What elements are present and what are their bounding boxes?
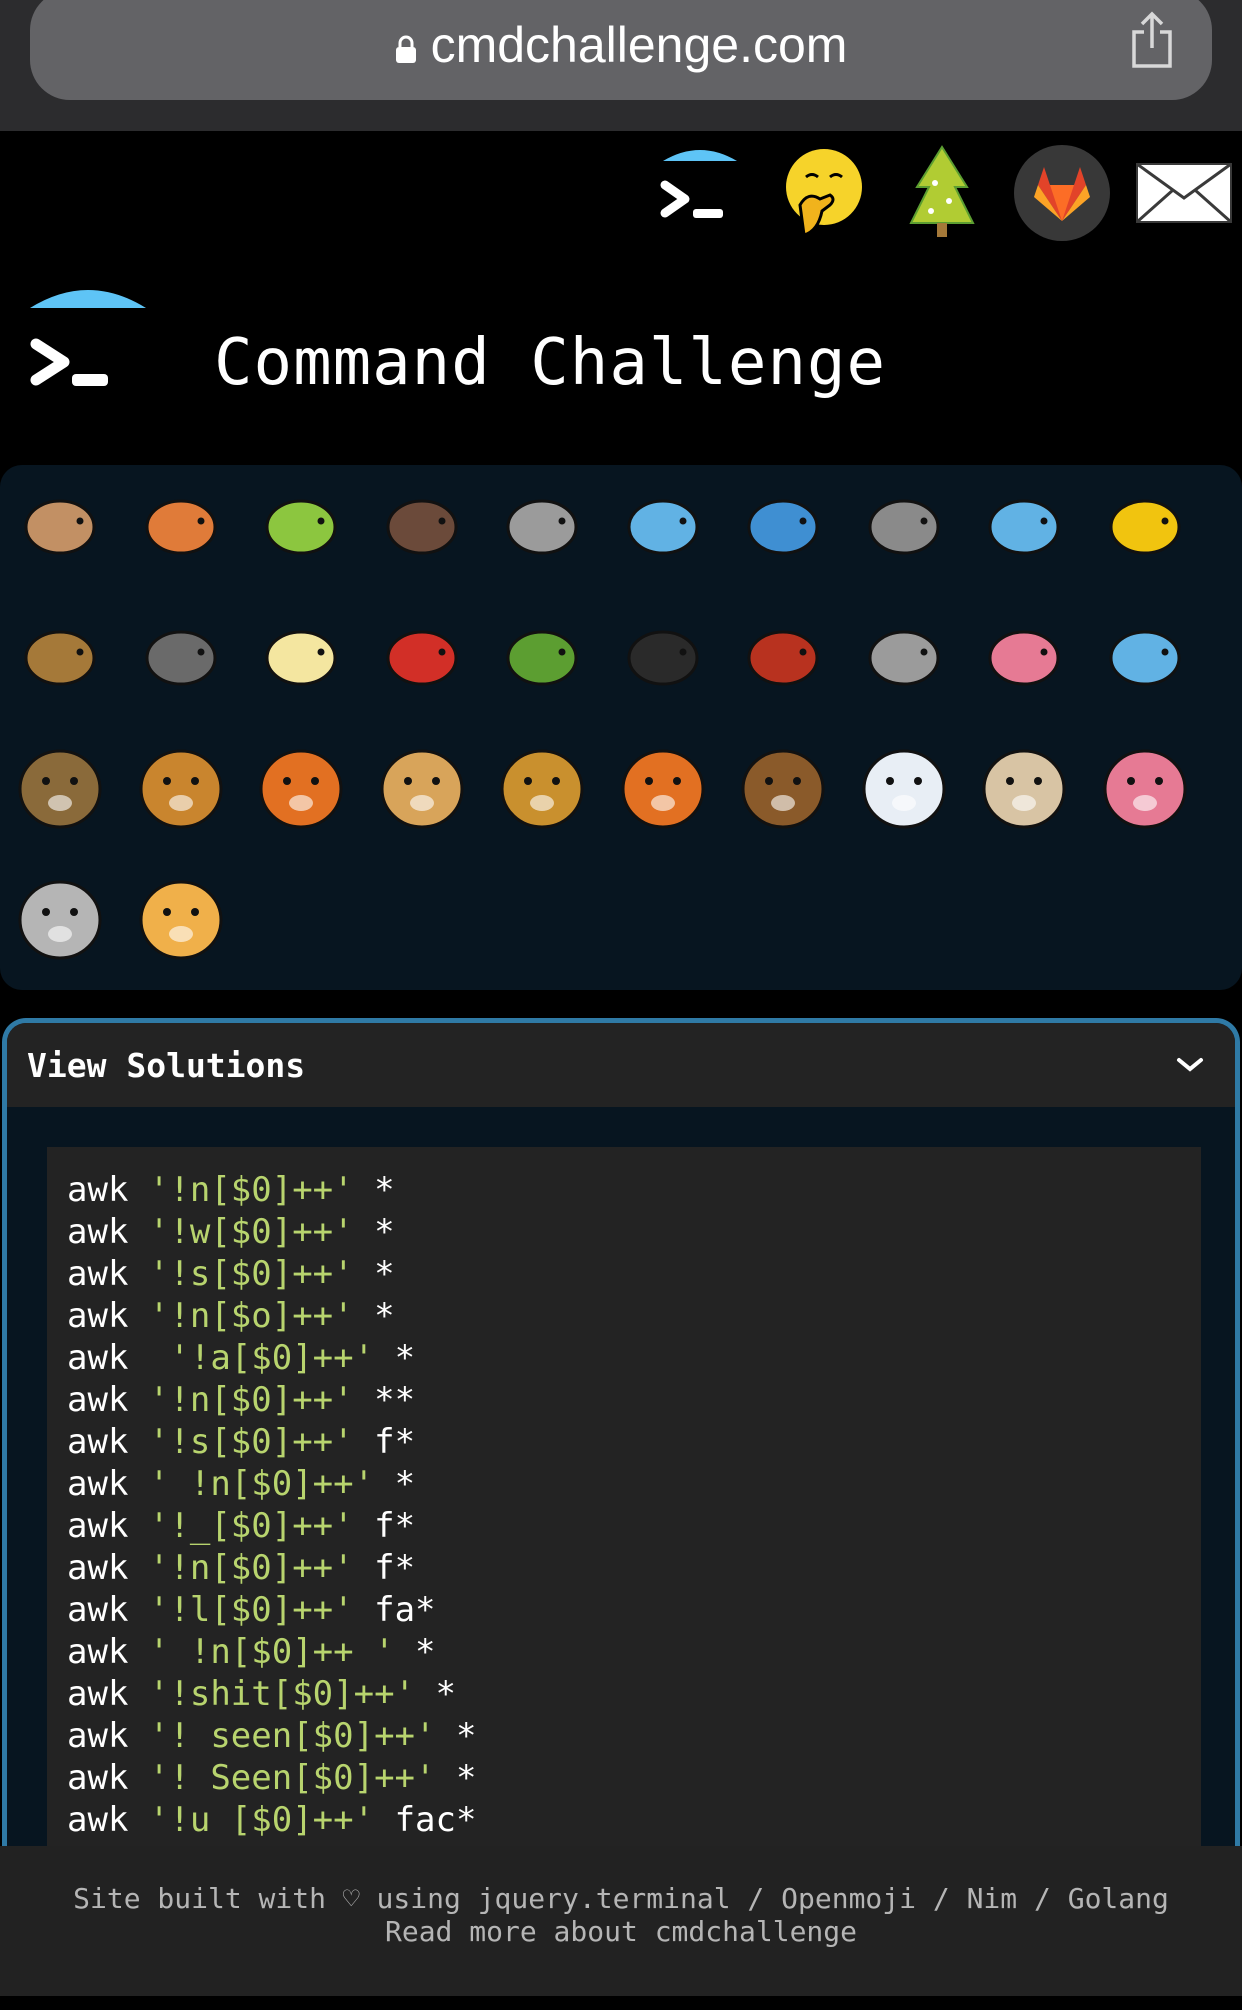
share-icon[interactable] bbox=[1128, 10, 1176, 70]
dog-icon[interactable] bbox=[131, 737, 231, 837]
christmas-tree-icon[interactable] bbox=[902, 138, 982, 248]
spider-web-icon[interactable] bbox=[492, 475, 592, 575]
tropical-fish-icon[interactable] bbox=[1095, 475, 1195, 575]
lion-icon[interactable] bbox=[492, 737, 592, 837]
solution-line: awk '!s[$0]++' * bbox=[67, 1254, 395, 1294]
fly-icon[interactable] bbox=[854, 606, 954, 706]
footer: Site built with ♡ using jquery.terminal … bbox=[0, 1846, 1242, 1996]
page-title: Command Challenge bbox=[214, 326, 887, 400]
bee-icon[interactable] bbox=[251, 606, 351, 706]
url-text: cmdchallenge.com bbox=[430, 17, 848, 73]
lock-icon bbox=[395, 35, 416, 63]
envelope-icon[interactable] bbox=[1134, 138, 1234, 248]
solution-line: awk '!_[$0]++' f* bbox=[67, 1506, 416, 1546]
cow-icon[interactable] bbox=[974, 737, 1074, 837]
solution-line: awk '!a[$0]++' * bbox=[67, 1338, 416, 1378]
solution-line: awk '!n[$0]++' f* bbox=[67, 1548, 416, 1588]
microbe-icon[interactable] bbox=[1095, 606, 1195, 706]
solution-line: awk '!s[$0]++' f* bbox=[67, 1422, 416, 1462]
face-with-hand-over-mouth-icon[interactable] bbox=[778, 138, 868, 248]
spider-icon[interactable] bbox=[613, 606, 713, 706]
address-bar[interactable]: cmdchallenge.com bbox=[30, 0, 1212, 100]
cat-icon[interactable] bbox=[372, 737, 472, 837]
mouse-icon[interactable] bbox=[10, 868, 110, 968]
ant-icon[interactable] bbox=[372, 475, 472, 575]
cricket-icon[interactable] bbox=[492, 606, 592, 706]
browser-chrome: cmdchallenge.com bbox=[0, 0, 1242, 131]
blowfish-icon[interactable] bbox=[10, 606, 110, 706]
scorpion-icon[interactable] bbox=[733, 606, 833, 706]
solution-line: awk '! seen[$0]++' * bbox=[67, 1716, 477, 1756]
solution-line: awk '!w[$0]++' * bbox=[67, 1212, 395, 1252]
challenge-panel bbox=[0, 465, 1242, 990]
dolphin-grey-icon[interactable] bbox=[854, 475, 954, 575]
terminal-icon[interactable] bbox=[655, 138, 745, 248]
solution-line: awk ' !n[$0]++' * bbox=[67, 1464, 416, 1504]
solution-line: awk '!l[$0]++' fa* bbox=[67, 1590, 436, 1630]
snail-icon[interactable] bbox=[10, 475, 110, 575]
monkey-icon[interactable] bbox=[10, 737, 110, 837]
caterpillar-icon[interactable] bbox=[251, 475, 351, 575]
solution-line: awk '! Seen[$0]++' * bbox=[67, 1758, 477, 1798]
fox-icon[interactable] bbox=[251, 737, 351, 837]
solutions-header[interactable]: View Solutions bbox=[7, 1023, 1235, 1107]
unicorn-icon[interactable] bbox=[854, 737, 954, 837]
solution-line: awk '!n[$0]++' ** bbox=[67, 1380, 416, 1420]
solution-line: awk '!n[$0]++' * bbox=[67, 1170, 395, 1210]
chevron-down-icon[interactable] bbox=[1175, 1055, 1205, 1075]
horse-icon[interactable] bbox=[733, 737, 833, 837]
dolphin-icon[interactable] bbox=[733, 475, 833, 575]
fish-icon[interactable] bbox=[974, 475, 1074, 575]
home-indicator-area bbox=[0, 1996, 1242, 2010]
solution-line: awk '!u [$0]++' fac* bbox=[67, 1800, 477, 1840]
butterfly-icon[interactable] bbox=[131, 475, 231, 575]
worm-icon[interactable] bbox=[974, 606, 1074, 706]
wolf-icon[interactable] bbox=[131, 606, 231, 706]
ladybug-icon[interactable] bbox=[372, 606, 472, 706]
footer-read-more-link[interactable]: Read more about cmdchallenge bbox=[0, 1915, 1242, 1948]
solution-line: awk ' !n[$0]++ ' * bbox=[67, 1632, 436, 1672]
footer-credits: Site built with ♡ using jquery.terminal … bbox=[73, 1882, 1169, 1915]
tiger-icon[interactable] bbox=[613, 737, 713, 837]
solution-line: awk '!n[$o]++' * bbox=[67, 1296, 395, 1336]
whale-icon[interactable] bbox=[613, 475, 713, 575]
pig-icon[interactable] bbox=[1095, 737, 1195, 837]
logo-icon[interactable] bbox=[26, 278, 150, 408]
top-nav bbox=[0, 138, 1242, 248]
solutions-title: View Solutions bbox=[27, 1045, 306, 1085]
gitlab-icon[interactable] bbox=[1012, 138, 1112, 248]
hamster-icon[interactable] bbox=[131, 868, 231, 968]
solution-line: awk '!shit[$0]++' * bbox=[67, 1674, 456, 1714]
